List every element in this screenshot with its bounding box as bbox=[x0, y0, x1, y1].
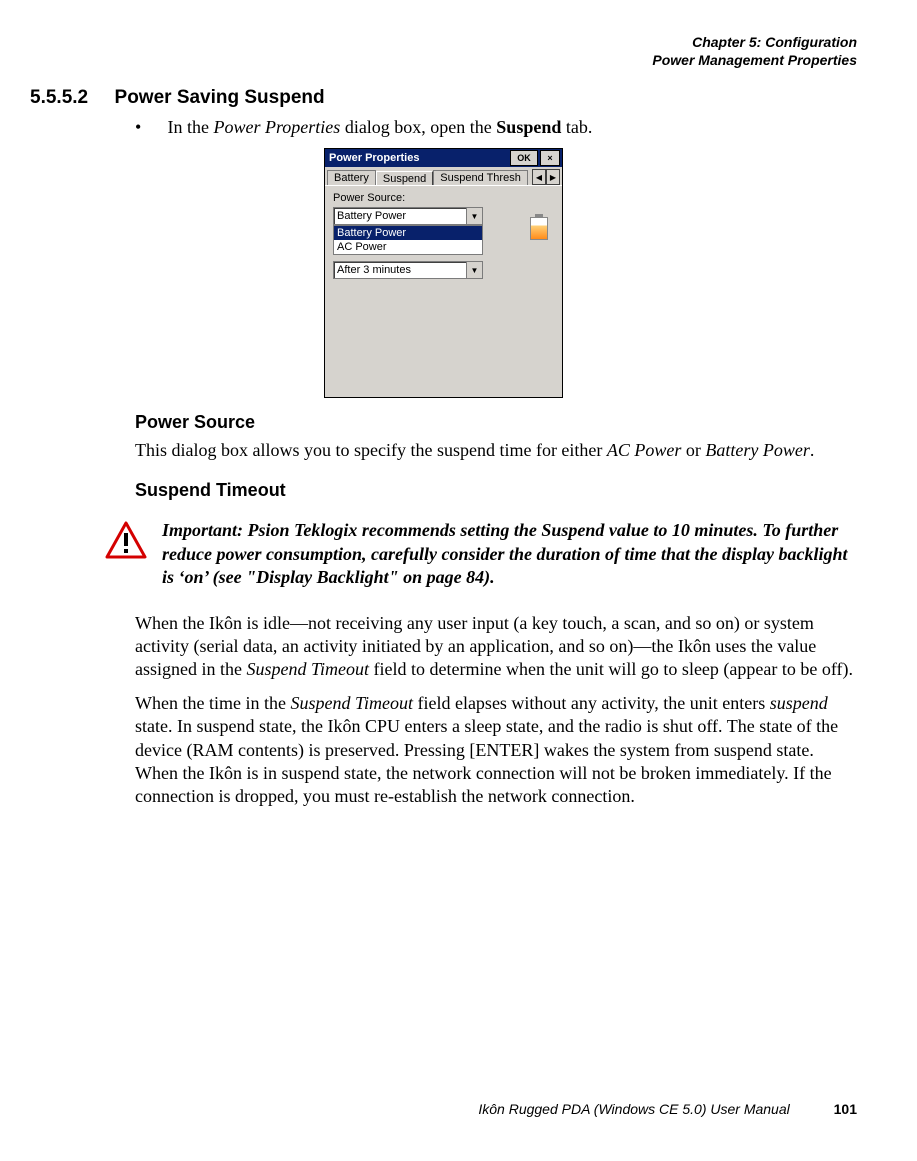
timeout-combo[interactable]: After 3 minutes ▼ bbox=[333, 261, 483, 279]
power-source-heading: Power Source bbox=[135, 412, 857, 433]
close-button[interactable]: × bbox=[540, 150, 560, 166]
important-body: Psion Teklogix recommends setting the Su… bbox=[162, 520, 848, 587]
intro-text-c: tab. bbox=[561, 117, 592, 137]
list-item[interactable]: Battery Power bbox=[334, 226, 482, 240]
important-note: Important: Psion Teklogix recommends set… bbox=[105, 519, 857, 589]
tab-suspend[interactable]: Suspend bbox=[376, 171, 433, 186]
tab-scroll-left-icon[interactable]: ◀ bbox=[532, 169, 546, 185]
power-source-combo-value: Battery Power bbox=[334, 210, 466, 222]
important-label: Important: bbox=[162, 519, 243, 542]
power-properties-dialog: Power Properties OK × Battery Suspend Su… bbox=[324, 148, 563, 398]
tab-suspend-threshold[interactable]: Suspend Thresh bbox=[433, 170, 528, 185]
warning-icon bbox=[105, 521, 147, 559]
dropdown-icon[interactable]: ▼ bbox=[466, 262, 482, 278]
power-source-listbox[interactable]: Battery Power AC Power bbox=[333, 225, 483, 255]
intro-dialog-name: Power Properties bbox=[213, 117, 340, 137]
tab-scroll-right-icon[interactable]: ▶ bbox=[546, 169, 560, 185]
intro-text-b: dialog box, open the bbox=[340, 117, 496, 137]
section-title: Power Saving Suspend bbox=[115, 87, 325, 108]
footer-title: Ikôn Rugged PDA (Windows CE 5.0) User Ma… bbox=[478, 1101, 789, 1117]
header-section: Power Management Properties bbox=[30, 52, 857, 70]
dialog-title: Power Properties bbox=[329, 152, 508, 164]
header-chapter: Chapter 5: Configuration bbox=[30, 34, 857, 52]
power-source-paragraph: This dialog box allows you to specify th… bbox=[135, 439, 857, 462]
page-footer: Ikôn Rugged PDA (Windows CE 5.0) User Ma… bbox=[478, 1101, 857, 1117]
dialog-client-area: Power Source: Battery Power ▼ Battery Po… bbox=[325, 185, 562, 397]
battery-icon bbox=[530, 214, 548, 240]
paragraph-idle: When the Ikôn is idle—not receiving any … bbox=[135, 612, 857, 682]
power-source-label: Power Source: bbox=[333, 192, 554, 204]
intro-bullet: • In the Power Properties dialog box, op… bbox=[135, 117, 857, 138]
bullet-dot: • bbox=[135, 117, 163, 138]
tab-battery[interactable]: Battery bbox=[327, 170, 376, 185]
intro-tab-name: Suspend bbox=[496, 117, 561, 137]
section-number: 5.5.5.2 bbox=[30, 87, 88, 108]
intro-text-a: In the bbox=[168, 117, 214, 137]
ok-button[interactable]: OK bbox=[510, 150, 538, 166]
section-heading: 5.5.5.2 Power Saving Suspend bbox=[30, 87, 857, 109]
dialog-titlebar: Power Properties OK × bbox=[325, 149, 562, 167]
tab-scroll: ◀ ▶ bbox=[532, 169, 560, 185]
suspend-timeout-heading: Suspend Timeout bbox=[135, 480, 857, 501]
page: Chapter 5: Configuration Power Managemen… bbox=[0, 0, 917, 1161]
list-item[interactable]: AC Power bbox=[334, 240, 482, 254]
power-source-combo[interactable]: Battery Power ▼ bbox=[333, 207, 483, 225]
page-number: 101 bbox=[834, 1101, 857, 1117]
running-header: Chapter 5: Configuration Power Managemen… bbox=[30, 34, 857, 69]
timeout-combo-value: After 3 minutes bbox=[334, 264, 466, 276]
dropdown-icon[interactable]: ▼ bbox=[466, 208, 482, 224]
paragraph-suspend: When the time in the Suspend Timeout fie… bbox=[135, 692, 857, 809]
important-text: Important: Psion Teklogix recommends set… bbox=[162, 519, 857, 589]
dialog-tabs: Battery Suspend Suspend Thresh ◀ ▶ bbox=[325, 167, 562, 185]
